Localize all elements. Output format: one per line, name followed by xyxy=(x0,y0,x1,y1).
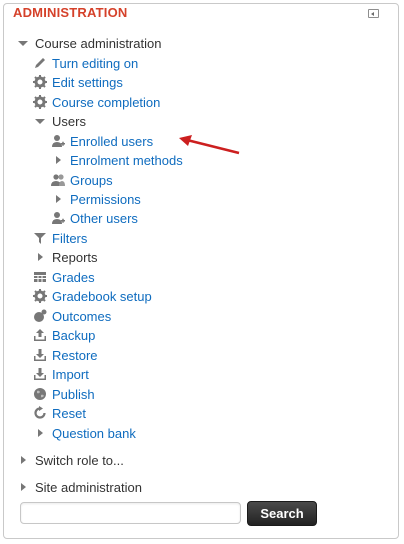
enrolled-users-link[interactable]: Enrolled users xyxy=(51,132,153,150)
publish-label: Publish xyxy=(52,386,95,402)
restore-link[interactable]: Restore xyxy=(33,346,98,364)
permissions-label: Permissions xyxy=(70,191,141,207)
gear-icon xyxy=(33,289,47,303)
enrolment-methods-label: Enrolment methods xyxy=(70,152,183,168)
import-label: Import xyxy=(52,366,89,382)
outcomes-link[interactable]: Outcomes xyxy=(33,307,111,325)
search-input[interactable] xyxy=(20,502,241,524)
expand-icon xyxy=(16,480,30,494)
user-icon xyxy=(51,211,65,225)
other-users-label: Other users xyxy=(70,210,138,226)
filters-label: Filters xyxy=(52,230,88,246)
upload-icon xyxy=(33,328,47,342)
site-administration-node[interactable]: Site administration xyxy=(16,478,142,496)
publish-link[interactable]: Publish xyxy=(33,385,95,403)
edit-settings-label: Edit settings xyxy=(52,74,123,90)
users-label: Users xyxy=(52,113,86,129)
site-administration-label: Site administration xyxy=(35,479,142,495)
outcomes-label: Outcomes xyxy=(52,308,112,324)
expand-icon xyxy=(16,453,30,467)
question-bank-label: Question bank xyxy=(52,425,136,441)
collapse-block-icon[interactable] xyxy=(368,9,379,18)
restore-label: Restore xyxy=(52,347,98,363)
expand-icon xyxy=(51,192,65,206)
other-users-link[interactable]: Other users xyxy=(51,209,138,227)
table-icon xyxy=(33,270,47,284)
enrolment-methods-node[interactable]: Enrolment methods xyxy=(51,151,183,169)
backup-link[interactable]: Backup xyxy=(33,326,95,344)
edit-settings-link[interactable]: Edit settings xyxy=(33,73,123,91)
expanded-triangle-icon xyxy=(33,114,47,128)
switch-role-node[interactable]: Switch role to... xyxy=(16,451,124,469)
outcomes-icon xyxy=(33,309,47,323)
reset-icon xyxy=(33,406,47,420)
permissions-node[interactable]: Permissions xyxy=(51,190,141,208)
expanded-triangle-icon xyxy=(16,36,30,50)
annotation-arrow xyxy=(179,135,240,155)
block-title: ADMINISTRATION xyxy=(13,5,128,20)
question-bank-node[interactable]: Question bank xyxy=(33,424,136,442)
groups-link[interactable]: Groups xyxy=(51,171,113,189)
gear-icon xyxy=(33,75,47,89)
download-icon xyxy=(33,348,47,362)
import-link[interactable]: Import xyxy=(33,365,89,383)
reset-label: Reset xyxy=(52,405,86,421)
users-node[interactable]: Users xyxy=(33,112,86,130)
gradebook-setup-link[interactable]: Gradebook setup xyxy=(33,287,152,305)
reset-link[interactable]: Reset xyxy=(33,404,86,422)
backup-label: Backup xyxy=(52,327,96,343)
pencil-icon xyxy=(33,56,47,70)
globe-icon xyxy=(33,387,47,401)
search-button[interactable]: Search xyxy=(247,501,317,526)
users-icon xyxy=(51,173,65,187)
expand-icon xyxy=(51,153,65,167)
course-administration-label: Course administration xyxy=(35,35,162,51)
course-administration-node[interactable]: Course administration xyxy=(16,34,161,52)
turn-editing-on-link[interactable]: Turn editing on xyxy=(33,54,138,72)
course-completion-link[interactable]: Course completion xyxy=(33,93,160,111)
switch-role-label: Switch role to... xyxy=(35,452,124,468)
groups-label: Groups xyxy=(70,172,113,188)
grades-label: Grades xyxy=(52,269,95,285)
filters-link[interactable]: Filters xyxy=(33,229,87,247)
filter-icon xyxy=(33,231,47,245)
turn-editing-on-label: Turn editing on xyxy=(52,55,139,71)
gear-icon xyxy=(33,95,47,109)
expand-icon xyxy=(33,250,47,264)
course-completion-label: Course completion xyxy=(52,94,161,110)
download-icon xyxy=(33,367,47,381)
reports-label: Reports xyxy=(52,249,98,265)
user-icon xyxy=(51,134,65,148)
enrolled-users-label: Enrolled users xyxy=(70,133,154,149)
gradebook-setup-label: Gradebook setup xyxy=(52,288,152,304)
grades-link[interactable]: Grades xyxy=(33,268,95,286)
expand-icon xyxy=(33,426,47,440)
reports-node[interactable]: Reports xyxy=(33,248,98,266)
